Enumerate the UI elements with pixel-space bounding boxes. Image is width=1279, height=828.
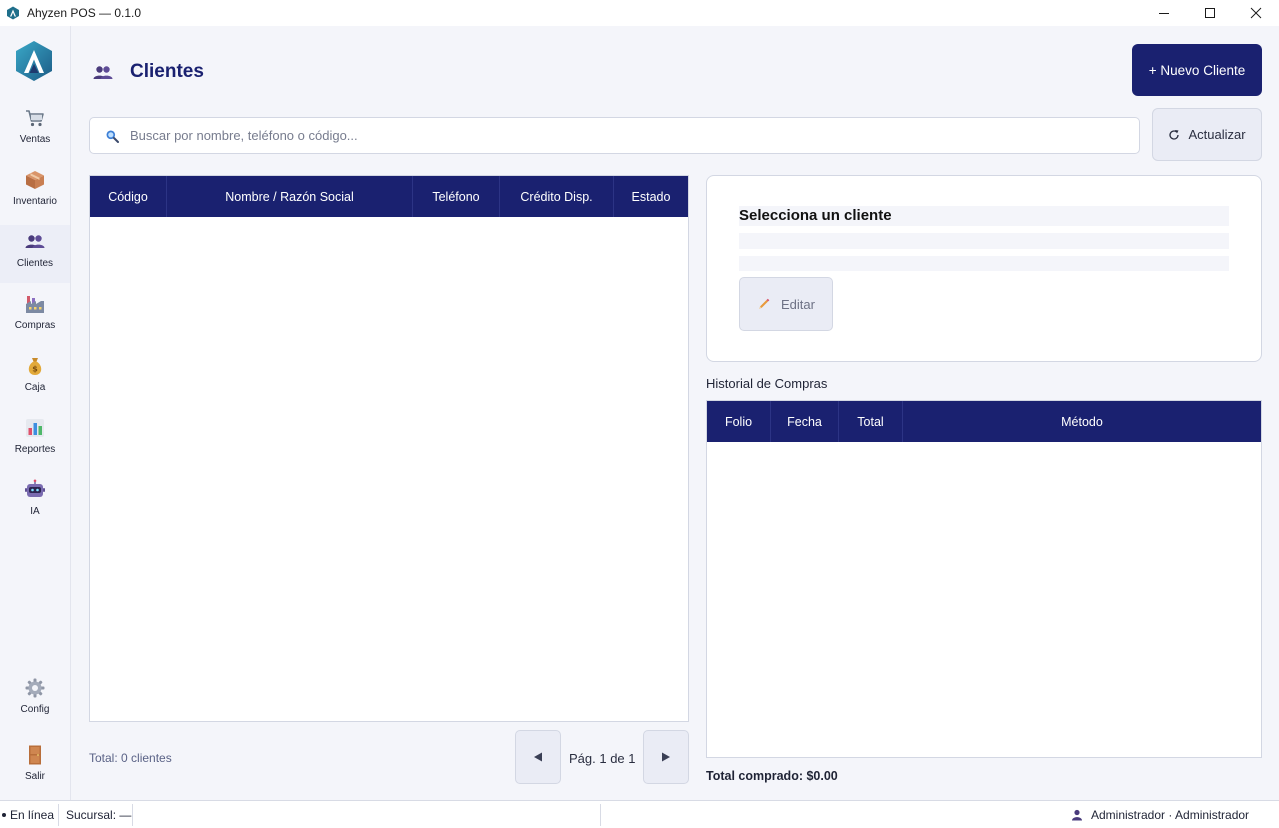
- column-header-metodo[interactable]: Método: [903, 401, 1261, 442]
- window-title: Ahyzen POS — 0.1.0: [27, 6, 142, 20]
- ahyzen-logo-icon: [16, 41, 52, 81]
- prev-page-button[interactable]: [515, 730, 561, 784]
- search-input[interactable]: [130, 128, 1110, 143]
- sidebar-label: Salir: [24, 771, 45, 782]
- title-bar: Ahyzen POS — 0.1.0: [0, 0, 1279, 26]
- branch-status: Sucursal: —: [66, 808, 132, 822]
- sidebar-item-clientes[interactable]: Clientes: [0, 225, 70, 283]
- refresh-icon: [1169, 129, 1180, 140]
- clients-table-header: Código Nombre / Razón Social Teléfono Cr…: [90, 176, 688, 217]
- column-header-credito[interactable]: Crédito Disp.: [500, 176, 614, 217]
- triangle-left-icon: [534, 752, 542, 762]
- sidebar-item-reportes[interactable]: Reportes: [0, 411, 70, 469]
- sidebar-item-caja[interactable]: $ Caja: [0, 349, 70, 407]
- sidebar-item-config[interactable]: Config: [0, 671, 70, 729]
- next-page-button[interactable]: [643, 730, 689, 784]
- sidebar-label: Caja: [24, 382, 46, 393]
- user-status: Administrador · Administrador: [1071, 801, 1249, 828]
- online-status-label: En línea: [10, 808, 55, 822]
- svg-text:$: $: [32, 365, 38, 374]
- column-header-total[interactable]: Total: [839, 401, 903, 442]
- column-header-fecha[interactable]: Fecha: [771, 401, 839, 442]
- bar-chart-icon: [26, 419, 44, 437]
- status-separator: [600, 804, 601, 826]
- door-icon: [29, 745, 41, 765]
- clients-table[interactable]: Código Nombre / Razón Social Teléfono Cr…: [89, 175, 689, 722]
- minimize-icon: [1159, 13, 1169, 14]
- user-status-label: Administrador · Administrador: [1091, 808, 1250, 822]
- column-header-folio[interactable]: Folio: [707, 401, 771, 442]
- detail-title: Selecciona un cliente: [739, 207, 892, 224]
- detail-placeholder-line: [739, 233, 1229, 249]
- status-separator: [132, 804, 133, 826]
- sidebar-label: Ventas: [19, 134, 51, 145]
- sidebar-item-ia[interactable]: IA: [0, 473, 70, 531]
- user-icon: [1072, 809, 1082, 821]
- status-bar: En línea Sucursal: — Administrador · Adm…: [0, 800, 1279, 828]
- page-title: Clientes: [130, 61, 204, 82]
- column-header-telefono[interactable]: Teléfono: [413, 176, 500, 217]
- robot-icon: [25, 479, 45, 497]
- refresh-button[interactable]: Actualizar: [1152, 108, 1262, 161]
- sidebar-label: Clientes: [16, 258, 54, 269]
- package-icon: [26, 171, 44, 189]
- close-button[interactable]: [1233, 0, 1279, 26]
- sidebar: Ventas Inventario Clientes Compras $ Caj…: [0, 26, 71, 800]
- close-icon: [1250, 7, 1262, 19]
- minimize-button[interactable]: [1141, 0, 1187, 26]
- maximize-icon: [1205, 8, 1215, 18]
- gear-icon: [25, 678, 45, 698]
- sidebar-label: Config: [20, 704, 50, 715]
- pencil-icon: [759, 298, 770, 309]
- users-icon: [25, 235, 45, 248]
- page-indicator: Pág. 1 de 1: [569, 751, 636, 766]
- sidebar-label: Inventario: [13, 196, 57, 207]
- search-box: [89, 117, 1140, 154]
- users-icon: [93, 66, 113, 79]
- app-logo-icon: [7, 6, 19, 20]
- edit-label: Editar: [781, 296, 815, 312]
- column-header-estado[interactable]: Estado: [614, 176, 688, 217]
- new-client-button[interactable]: + Nuevo Cliente: [1132, 44, 1262, 96]
- purchase-history-table[interactable]: Folio Fecha Total Método: [706, 400, 1262, 758]
- sidebar-label: Reportes: [14, 444, 56, 455]
- sidebar-item-salir[interactable]: Salir: [0, 738, 70, 796]
- sidebar-item-compras[interactable]: Compras: [0, 287, 70, 345]
- refresh-label: Actualizar: [1188, 127, 1246, 142]
- maximize-button[interactable]: [1187, 0, 1233, 26]
- edit-button[interactable]: Editar: [739, 277, 833, 331]
- triangle-right-icon: [662, 752, 670, 762]
- status-dot-icon: [2, 813, 6, 817]
- history-table-header: Folio Fecha Total Método: [707, 401, 1261, 442]
- shopping-cart-icon: [26, 110, 44, 127]
- sidebar-item-ventas[interactable]: Ventas: [0, 101, 70, 159]
- total-purchased-label: Total comprado: $0.00: [706, 769, 838, 783]
- column-header-nombre[interactable]: Nombre / Razón Social: [167, 176, 413, 217]
- total-clients-label: Total: 0 clientes: [89, 751, 172, 765]
- factory-icon: [26, 296, 44, 313]
- client-detail-card: Selecciona un cliente Editar: [706, 175, 1262, 362]
- search-icon: [106, 130, 119, 143]
- status-separator: [58, 804, 59, 826]
- online-status: En línea: [2, 801, 54, 828]
- money-bag-icon: $: [28, 358, 42, 375]
- sidebar-label: IA: [30, 506, 40, 517]
- sidebar-item-inventario[interactable]: Inventario: [0, 163, 70, 221]
- sidebar-label: Compras: [14, 320, 56, 331]
- detail-placeholder-line: [739, 256, 1229, 271]
- history-title: Historial de Compras: [706, 376, 828, 391]
- column-header-codigo[interactable]: Código: [90, 176, 167, 217]
